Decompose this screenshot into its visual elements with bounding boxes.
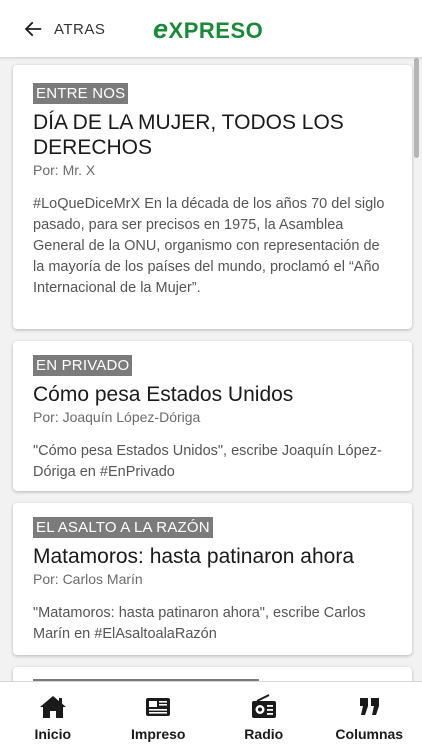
tab-label: Columnas: [335, 726, 404, 742]
arrow-left-icon: [24, 21, 42, 37]
article-summary: "Cómo pesa Estados Unidos", escribe Joaq…: [33, 443, 382, 480]
article-author: Por: Mr. X: [33, 162, 96, 178]
app-header: ATRAS eXPRESO: [0, 0, 422, 58]
section-badge: ENTRE NOS: [33, 83, 129, 104]
back-label: ATRAS: [54, 20, 106, 38]
tab-inicio[interactable]: Inicio: [0, 682, 106, 750]
tab-label: Inicio: [34, 726, 72, 742]
article-card[interactable]: EN PRIVADO Cómo pesa Estados Unidos Por:…: [13, 341, 412, 491]
section-badge: EL ASALTO A LA RAZÓN: [33, 517, 213, 538]
tab-impreso[interactable]: Impreso: [106, 682, 212, 750]
radio-icon: [251, 694, 276, 718]
back-button[interactable]: ATRAS: [22, 17, 105, 41]
tab-label: Radio: [244, 726, 284, 742]
article-card[interactable]: ENTRE NOS DÍA DE LA MUJER, TODOS LOS DER…: [13, 65, 412, 329]
tab-label: Impreso: [131, 726, 186, 742]
scrollbar[interactable]: [414, 58, 419, 158]
home-icon: [39, 696, 66, 718]
tab-columnas[interactable]: Columnas: [317, 682, 422, 750]
section-badge: EN PRIVADO: [33, 355, 133, 376]
article-card-partial[interactable]: [13, 667, 412, 681]
article-card[interactable]: EL ASALTO A LA RAZÓN Matamoros: hasta pa…: [13, 503, 412, 655]
logo-text: XPRESO: [168, 18, 264, 43]
article-author: Por: Carlos Marín: [33, 571, 143, 587]
logo-letter-e: e: [153, 14, 169, 44]
article-title[interactable]: DÍA DE LA MUJER, TODOS LOS DERECHOS: [33, 110, 392, 160]
expreso-logo: eXPRESO: [153, 14, 263, 45]
quote-icon: [360, 698, 380, 715]
tab-radio[interactable]: Radio: [211, 682, 317, 750]
article-author: Por: Joaquín López-Dóriga: [33, 409, 201, 425]
article-title[interactable]: Cómo pesa Estados Unidos: [33, 382, 392, 407]
article-summary: #LoQueDiceMrX En la década de los años 7…: [33, 196, 385, 296]
bottom-tab-bar: Inicio Impreso Radio Columnas: [0, 681, 422, 750]
newspaper-icon: [146, 698, 171, 716]
articles-feed: ENTRE NOS DÍA DE LA MUJER, TODOS LOS DER…: [0, 58, 422, 681]
article-summary: "Matamoros: hasta patinaron ahora", escr…: [33, 605, 366, 642]
article-title[interactable]: Matamoros: hasta patinaron ahora: [33, 544, 392, 569]
